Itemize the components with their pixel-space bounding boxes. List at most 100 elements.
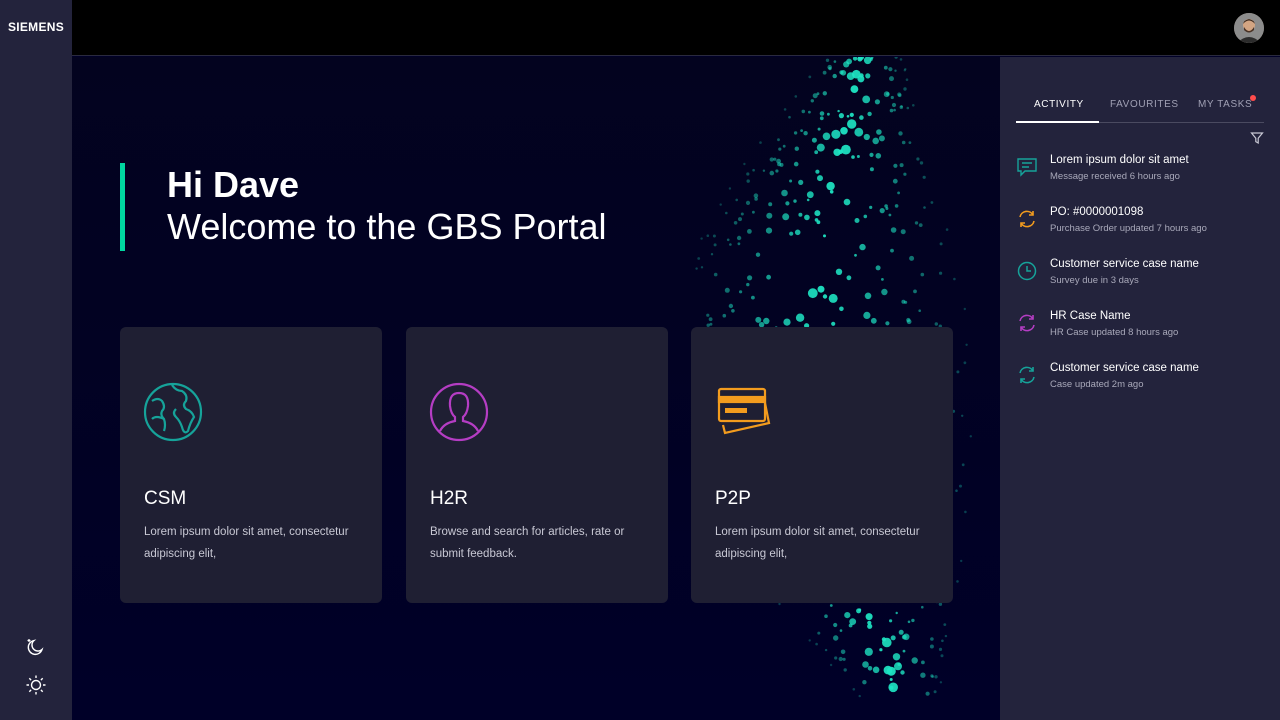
particle-dot (746, 282, 750, 287)
particle-dot (781, 189, 788, 197)
particle-dot (938, 647, 943, 652)
particle-dot (709, 322, 713, 326)
particle-dot (768, 202, 773, 207)
particle-dot (864, 647, 873, 656)
card-csm[interactable]: CSM Lorem ipsum dolor sit amet, consecte… (120, 327, 382, 603)
filter-icon[interactable] (1250, 131, 1264, 145)
particle-dot (938, 602, 943, 606)
particle-dot (930, 637, 934, 641)
person-icon (429, 382, 489, 442)
particle-dot (872, 137, 879, 145)
card-description: Browse and search for articles, rate or … (430, 526, 625, 560)
particle-dot (964, 510, 967, 514)
particle-dot (897, 191, 900, 195)
particle-dot (881, 288, 888, 296)
tab-favourites[interactable]: FAVOURITES (1110, 99, 1179, 110)
dark-mode-button[interactable] (24, 635, 48, 659)
card-title: CSM (144, 488, 187, 509)
particle-dot (700, 237, 703, 240)
particle-dot (769, 170, 775, 176)
activity-item[interactable]: Customer service case name Case updated … (1016, 362, 1266, 406)
particle-dot (875, 153, 882, 159)
siemens-logo[interactable]: SIEMENS (0, 20, 72, 34)
activity-item[interactable]: Lorem ipsum dolor sit amet Message recei… (1016, 154, 1266, 198)
particle-dot (918, 309, 921, 312)
particle-dot (846, 115, 850, 118)
particle-dot (965, 343, 968, 346)
card-title: H2R (430, 488, 469, 509)
particle-dot (728, 187, 732, 190)
left-rail: SIEMENS (0, 0, 72, 720)
particle-dot (697, 257, 701, 260)
welcome-block: Hi Dave Welcome to the GBS Portal (120, 163, 607, 251)
particle-dot (960, 559, 963, 563)
particle-dot (891, 102, 897, 108)
sync-icon (1019, 210, 1035, 228)
particle-dot (889, 619, 893, 623)
particle-dot (840, 649, 846, 655)
particle-dot (934, 322, 938, 326)
particle-dot (883, 65, 888, 70)
user-avatar[interactable] (1234, 13, 1264, 43)
particle-dot (934, 675, 938, 679)
particle-dot (833, 622, 838, 628)
particle-dot (956, 580, 959, 583)
particle-dot (898, 131, 903, 136)
particle-dot (793, 131, 798, 135)
particle-dot (892, 653, 901, 661)
particle-dot (816, 92, 820, 96)
light-mode-button[interactable] (24, 673, 48, 697)
particle-dot (827, 112, 830, 116)
particle-dot (929, 644, 934, 649)
particle-dot (706, 234, 710, 237)
activity-item[interactable]: HR Case Name HR Case updated 8 hours ago (1016, 310, 1266, 354)
particle-dot (969, 435, 972, 438)
card-p2p[interactable]: P2P Lorem ipsum dolor sit amet, consecte… (691, 327, 953, 603)
particle-dot (814, 210, 821, 217)
particle-dot (747, 275, 753, 281)
particle-dot (953, 277, 956, 281)
sync-icon (1019, 366, 1035, 384)
tab-my-tasks[interactable]: MY TASKS (1198, 99, 1252, 110)
particle-dot (874, 99, 880, 105)
activity-item[interactable]: Customer service case name Survey due in… (1016, 258, 1266, 302)
activity-item[interactable]: PO: #0000001098 Purchase Order updated 7… (1016, 206, 1266, 250)
particle-dot (842, 657, 846, 661)
particle-dot (925, 691, 930, 696)
particle-dot (808, 639, 811, 642)
particle-dot (907, 620, 911, 624)
particle-dot (743, 162, 746, 166)
particle-dot (856, 155, 860, 158)
particle-dot (852, 688, 856, 691)
particle-dot (794, 229, 801, 236)
card-h2r[interactable]: H2R Browse and search for articles, rate… (406, 327, 668, 603)
particle-dot (804, 214, 810, 221)
particle-dot (740, 212, 744, 216)
particle-dot (881, 278, 884, 281)
tab-activity[interactable]: ACTIVITY (1034, 99, 1084, 110)
particle-dot (713, 243, 717, 247)
particle-dot (837, 109, 840, 113)
particle-dot (919, 161, 924, 165)
particle-dot (847, 119, 857, 129)
particle-dot (831, 321, 836, 326)
particle-dot (817, 175, 823, 182)
particle-dot (897, 92, 902, 97)
particle-dot (890, 248, 894, 253)
particle-dot (788, 115, 791, 119)
particle-dot (737, 242, 741, 246)
particle-dot (798, 179, 804, 185)
particle-dot (762, 169, 766, 172)
particle-dot (794, 146, 799, 151)
particle-dot (906, 317, 911, 323)
particle-dot (865, 73, 871, 79)
particle-dot (903, 172, 907, 176)
particle-dot (843, 61, 850, 68)
particle-dot (733, 221, 738, 225)
particle-dot (867, 111, 872, 117)
particle-dot (828, 293, 838, 303)
activity-title: PO: #0000001098 (1050, 206, 1144, 218)
particle-dot (904, 300, 908, 304)
particle-dot (829, 604, 833, 607)
particle-dot (867, 666, 873, 671)
